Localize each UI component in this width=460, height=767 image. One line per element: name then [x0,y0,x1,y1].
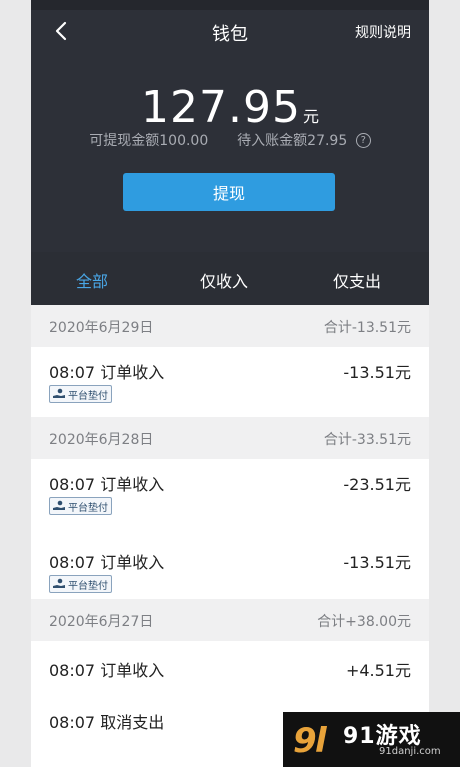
transaction-title: 08:07 订单收入 [49,363,165,382]
transaction-title: 08:07 订单收入 [49,553,165,572]
transaction-title: 08:07 订单收入 [49,475,165,494]
rules-link[interactable]: 规则说明 [355,22,411,42]
platform-advance-tag: 平台垫付 [49,497,112,515]
hand-coin-icon [53,500,65,510]
group-date: 2020年6月28日 [49,432,154,448]
withdrawable-amount: 可提现金额100.00 [89,133,209,149]
transaction-list: 08:07 订单收入 -23.51元 平台垫付 08:07 订单收入 -13.5… [31,459,429,599]
transaction-row[interactable]: 08:07 订单收入 -23.51元 平台垫付 [31,459,429,525]
tag-label: 平台垫付 [68,390,108,402]
wallet-header-panel: 钱包 规则说明 127.95 元 可提现金额100.00 待入账金额27.95 ?… [31,0,429,305]
transaction-list: 08:07 订单收入 -13.51元 平台垫付 [31,347,429,417]
watermark-logo-icon: 9 l [293,721,328,761]
balance-unit: 元 [302,107,319,126]
date-header: 2020年6月28日 合计-33.51元 [31,417,429,459]
group-total: 合计+38.00元 [317,614,411,630]
platform-advance-tag: 平台垫付 [49,385,112,403]
transaction-row[interactable]: 08:07 订单收入 -13.51元 平台垫付 [31,347,429,413]
transaction-amount: -13.51元 [343,363,411,382]
transaction-amount: +4.51元 [345,661,411,680]
help-icon[interactable]: ? [355,132,371,148]
status-bar [31,0,429,10]
pending-amount: 待入账金额27.95 [237,133,348,149]
date-header: 2020年6月29日 合计-13.51元 [31,305,429,347]
platform-advance-tag: 平台垫付 [49,575,112,593]
nav-bar: 钱包 规则说明 [31,10,429,52]
transaction-title: 08:07 取消支出 [49,713,165,732]
tab-income-only[interactable]: 仅收入 [174,268,274,292]
tag-label: 平台垫付 [68,580,108,592]
withdraw-button[interactable]: 提现 [123,173,335,211]
date-header: 2020年6月27日 合计+38.00元 [31,599,429,641]
tag-label: 平台垫付 [68,502,108,514]
balance-amount: 127.95 [141,82,301,133]
transaction-amount: -23.51元 [343,475,411,494]
hand-coin-icon [53,388,65,398]
transaction-title: 08:07 订单收入 [49,661,165,680]
watermark-url: 91danji.com [379,746,441,757]
svg-text:l: l [315,721,328,761]
transaction-amount: -13.51元 [343,553,411,572]
group-date: 2020年6月27日 [49,614,154,630]
group-date: 2020年6月29日 [49,320,154,336]
group-total: 合计-33.51元 [323,432,411,448]
tab-expense-only[interactable]: 仅支出 [307,268,407,292]
transaction-row[interactable]: 08:07 订单收入 -13.51元 平台垫付 [31,537,429,603]
site-watermark: 9 l 91游戏 91danji.com [283,712,460,767]
wallet-screen: 钱包 规则说明 127.95 元 可提现金额100.00 待入账金额27.95 ?… [31,0,429,767]
group-total: 合计-13.51元 [323,320,411,336]
balance-display: 127.95 元 [31,82,429,133]
balance-details: 可提现金额100.00 待入账金额27.95 ? [31,130,429,150]
filter-tabs: 全部 仅收入 仅支出 [31,252,429,305]
hand-coin-icon [53,578,65,588]
tab-all[interactable]: 全部 [42,268,142,292]
svg-text:9: 9 [293,721,317,761]
